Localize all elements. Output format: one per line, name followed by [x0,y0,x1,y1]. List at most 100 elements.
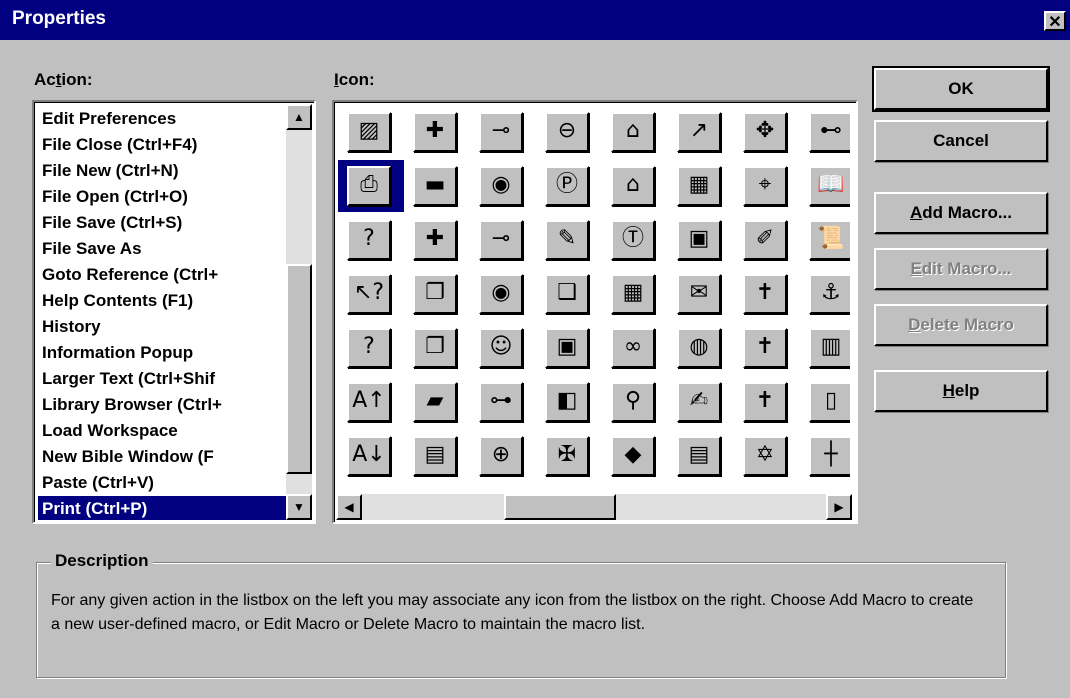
scroll-icon: 📜 [809,220,850,260]
building-icon: ▥ [809,328,850,368]
icon-cell[interactable]: ✝ [734,376,800,428]
list-item[interactable]: Information Popup [38,340,286,366]
scroll-right-button[interactable]: ▶ [826,494,852,520]
icon-cell[interactable]: ? [338,214,404,266]
icon-cell[interactable]: ⊖ [536,106,602,158]
icon-cell[interactable]: ◧ [536,376,602,428]
icon-cell[interactable]: ✍ [668,376,734,428]
icon-cell[interactable]: ⚲ [602,376,668,428]
icon-cell[interactable]: ◉ [470,160,536,212]
icon-cell[interactable]: ❐ [404,322,470,374]
icon-cell[interactable]: ⊕ [470,430,536,482]
icon-cell[interactable]: ❑ [536,268,602,320]
icon-cell[interactable]: 📜 [800,214,850,266]
open-book-icon: 📖 [809,166,850,206]
action-listbox[interactable]: Edit Preferences File Close (Ctrl+F4) File… [32,100,316,524]
icon-cell[interactable]: ⊶ [470,376,536,428]
icon-cell[interactable]: A↓ [338,430,404,482]
list-item[interactable]: Edit Preferences [38,106,286,132]
icon-cell[interactable]: ◍ [668,322,734,374]
list-item[interactable]: Goto Reference (Ctrl+ [38,262,286,288]
icon-cell[interactable]: ⌂ [602,160,668,212]
icon-cell[interactable]: ? [338,322,404,374]
list-item[interactable]: Paste (Ctrl+V) [38,470,286,496]
icon-cell[interactable]: ▣ [536,322,602,374]
icon-cell[interactable]: A↑ [338,376,404,428]
list-item[interactable]: File Open (Ctrl+O) [38,184,286,210]
list-item[interactable]: File Save (Ctrl+S) [38,210,286,236]
yellow-page-icon: ▣ [677,220,721,260]
icon-cell[interactable]: ✡ [734,430,800,482]
help-button[interactable]: Help [874,370,1048,412]
list-item[interactable]: Larger Text (Ctrl+Shif [38,366,286,392]
list-item[interactable]: File Close (Ctrl+F4) [38,132,286,158]
icon-cell[interactable]: 📖 [800,160,850,212]
cancel-button[interactable]: Cancel [874,120,1048,162]
arrow-right-icon: ▶ [834,500,844,514]
icon-cell[interactable]: ⎙ [338,160,404,212]
icon-cell[interactable]: ▥ [800,322,850,374]
icon-cell[interactable]: ▣ [668,214,734,266]
icon-cell[interactable]: ⌖ [734,160,800,212]
icon-cell[interactable]: ✚ [404,214,470,266]
stacked-pages-icon: ❐ [413,274,457,314]
icon-cell[interactable]: ⊸ [470,214,536,266]
icon-cell[interactable]: ▦ [668,160,734,212]
icon-cell[interactable]: ✎ [536,214,602,266]
icon-cell[interactable]: ⊸ [470,106,536,158]
icon-cell[interactable]: ▦ [602,268,668,320]
ok-button[interactable]: OK [872,66,1050,112]
icon-horizontal-scrollbar[interactable]: ◀ ▶ [336,494,852,520]
zoom-p-icon: Ⓟ [545,166,589,206]
icon-cell[interactable]: ▬ [404,160,470,212]
icon-cell[interactable]: ▰ [404,376,470,428]
icon-cell[interactable]: ↗ [668,106,734,158]
list-item[interactable]: Print (Ctrl+P) [38,496,286,520]
icon-cell[interactable]: Ⓟ [536,160,602,212]
icon-cell[interactable]: ✉ [668,268,734,320]
list-item[interactable]: New Bible Window (F [38,444,286,470]
list-item[interactable]: History [38,314,286,340]
icon-cell[interactable]: ✝ [734,268,800,320]
icon-cell[interactable]: ▨ [338,106,404,158]
icon-cell[interactable]: ✥ [734,106,800,158]
action-vertical-scrollbar[interactable]: ▲ ▼ [286,104,312,520]
icon-cell[interactable]: ✐ [734,214,800,266]
list-item[interactable]: Load Workspace [38,418,286,444]
icon-listbox[interactable]: ▨ ✚ ⊸ ⊖ ⌂ ↗ ✥ ⊷ ⎙ ▬ ◉ Ⓟ ⌂ ▦ ⌖ 📖? ✚ ⊸ ✎ Ⓣ ▣ ✐ 📜 ↖? ❐ ◉ ❑ ▦ ✉ ✝ ⚓? ❐ ☺ ▣ ∞ ◍ ✝… [332,100,858,524]
icon-cell[interactable]: ❐ [404,268,470,320]
door-icon: ▯ [809,382,850,422]
icon-cell[interactable]: ✝ [734,322,800,374]
scroll-left-button[interactable]: ◀ [336,494,362,520]
icon-cell[interactable]: ┼ [800,430,850,482]
horizontal-scroll-thumb[interactable] [504,494,616,520]
icon-cell[interactable]: ⊷ [800,106,850,158]
close-button[interactable]: ✕ [1044,11,1066,31]
add-macro-button[interactable]: Add Macro... [874,192,1048,234]
icon-cell[interactable]: ⚓ [800,268,850,320]
icon-cell[interactable]: ▤ [404,430,470,482]
icon-cell[interactable]: ◆ [602,430,668,482]
scroll-up-button[interactable]: ▲ [286,104,312,130]
icon-cell[interactable]: ✚ [404,106,470,158]
icon-cell[interactable]: ☺ [470,322,536,374]
icon-cell[interactable]: ▤ [668,430,734,482]
list-item[interactable]: Library Browser (Ctrl+ [38,392,286,418]
icon-cell[interactable]: ◉ [470,268,536,320]
delete-macro-button[interactable]: Delete Macro [874,304,1048,346]
larger-text-icon: A↑ [347,382,391,422]
edit-macro-button[interactable]: Edit Macro... [874,248,1048,290]
icon-cell[interactable]: ∞ [602,322,668,374]
icon-cell[interactable]: ⌂ [602,106,668,158]
scroll-down-button[interactable]: ▼ [286,494,312,520]
list-item[interactable]: File New (Ctrl+N) [38,158,286,184]
list-item[interactable]: Help Contents (F1) [38,288,286,314]
hand-write-icon: ✍ [677,382,721,422]
icon-cell[interactable]: ✠ [536,430,602,482]
scroll-thumb[interactable] [286,264,312,474]
icon-cell[interactable]: ▯ [800,376,850,428]
icon-cell[interactable]: ↖? [338,268,404,320]
icon-cell[interactable]: Ⓣ [602,214,668,266]
list-item[interactable]: File Save As [38,236,286,262]
edit-page-icon: ✎ [545,220,589,260]
